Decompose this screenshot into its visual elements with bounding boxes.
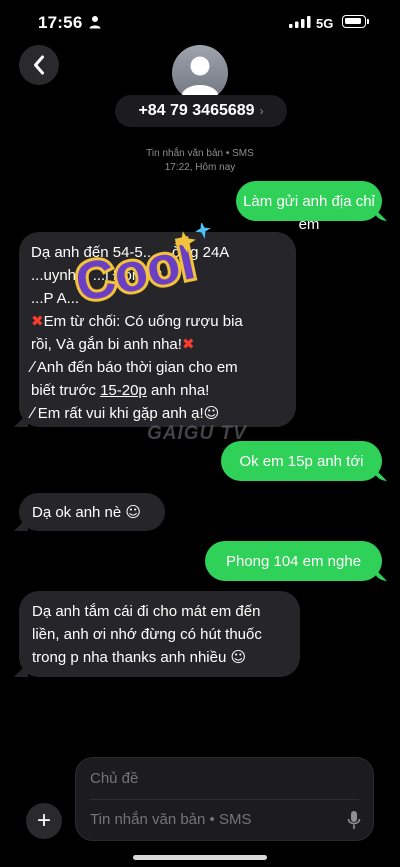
watermark: GAIGU TV [147,423,247,444]
signal-icon [289,16,311,28]
chevron-right-icon: › [259,104,264,118]
message-bubble-outgoing[interactable]: Ok em 15p anh tới [221,441,382,481]
message-text: Làm gửi anh địa chỉ em [243,193,375,233]
message-bubble-incoming[interactable]: Dạ ok anh nè ☺ [19,493,165,531]
status-bar: 17:56 5G [0,0,400,46]
magic-wand-icon: ⁄ [31,358,34,376]
status-time: 17:56 [38,13,83,32]
contact-name-button[interactable]: +84 79 3465689 › [115,95,287,127]
message-line: trong p nha thanks anh nhiều ☺ [32,648,247,666]
time-link[interactable]: 15-20p [100,382,147,399]
message-line: rồi, Và gắn bi anh nha!✖ [31,335,195,353]
message-bubble-outgoing[interactable]: Làm gửi anh địa chỉ em [236,181,382,233]
message-line: biết trước 15-20p anh nha! [31,382,210,399]
message-text: Phong 104 em nghe [225,553,362,570]
contact-number: +84 79 3465689 [138,102,255,119]
home-indicator [133,855,267,860]
cross-mark-icon: ✖ [181,335,195,353]
message-input[interactable] [90,811,330,828]
avatar-person-icon [181,56,219,97]
back-chevron-icon [34,55,44,75]
subject-input[interactable] [90,770,350,787]
microphone-icon[interactable] [347,810,361,830]
person-icon [89,16,101,29]
message-line: liền, anh ơi nhớ đừng có hút thuốc [32,626,262,643]
message-bubble-outgoing[interactable]: Phong 104 em nghe [205,541,382,581]
composer-divider [90,799,359,800]
contact-avatar[interactable] [172,45,228,101]
battery-icon [342,15,369,28]
back-button[interactable] [19,45,59,85]
message-bubble-incoming[interactable]: Dạ anh tắm cái đi cho mát em đến liền, a… [19,591,300,677]
message-text: Dạ ok anh nè [32,504,122,521]
message-text: Ok em 15p anh tới [239,453,364,470]
smiling-face-icon: ☺ [203,404,220,422]
smiling-face-icon: ☺ [230,648,247,666]
message-line: ⁄ Anh đến báo thời gian cho em [31,358,238,376]
message-line: ⁄ Em rất vui khi gặp anh ạ!☺ [31,404,220,422]
thread-type-label: Tin nhắn văn bản • SMS [146,148,254,159]
message-composer [75,757,374,841]
message-line: Dạ anh tắm cái đi cho mát em đến [32,603,261,620]
thread-timestamp: 17:22, Hôm nay [164,162,236,173]
plus-icon: + [36,807,51,834]
smiling-face-icon: ☺ [125,503,142,521]
add-attachment-button[interactable]: + [26,803,62,839]
magic-wand-icon: ⁄ [31,404,34,422]
network-type: 5G [316,16,334,31]
